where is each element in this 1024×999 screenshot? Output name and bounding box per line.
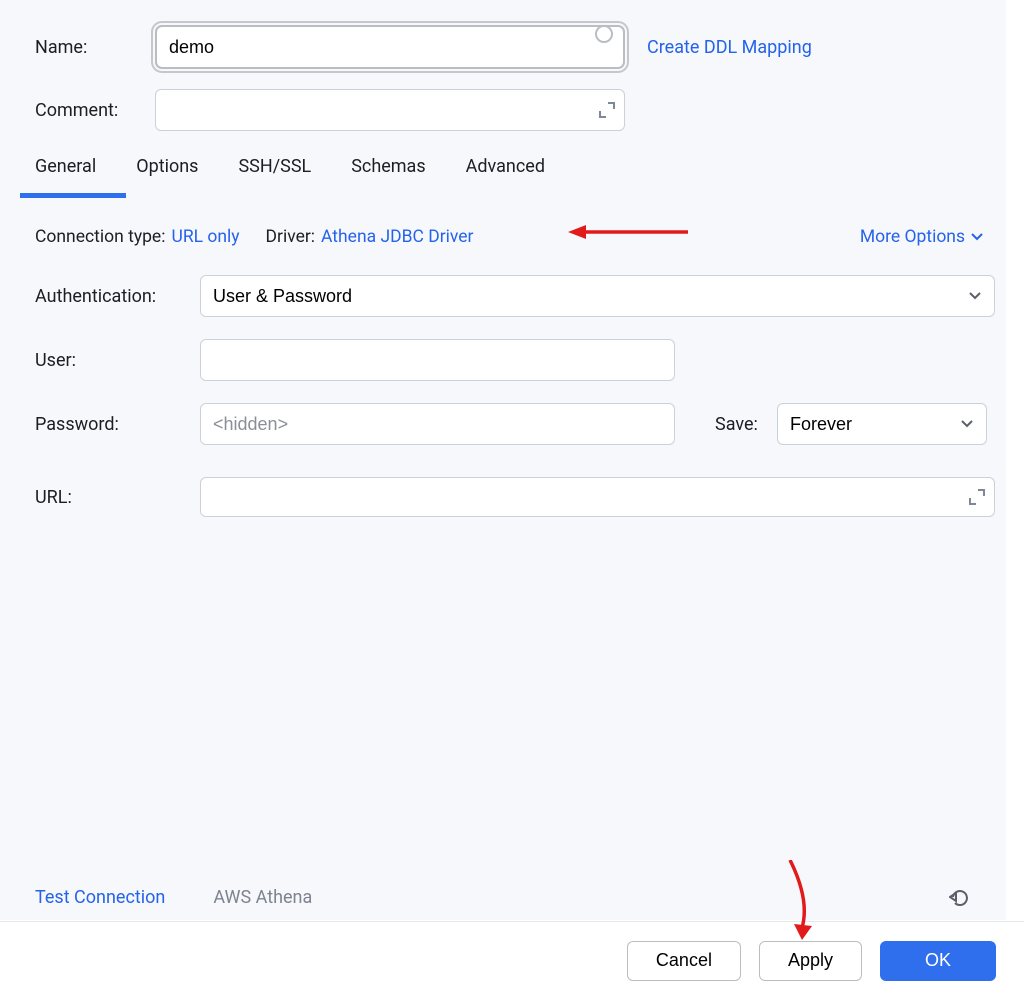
annotation-arrow-driver	[568, 222, 688, 242]
revert-icon[interactable]	[949, 887, 971, 909]
tab-options[interactable]: Options	[136, 156, 198, 185]
url-input[interactable]	[200, 477, 995, 517]
driver-label: Driver:	[266, 227, 315, 247]
authentication-row: Authentication:	[35, 275, 1006, 317]
tab-advanced[interactable]: Advanced	[466, 156, 545, 185]
save-label: Save:	[715, 414, 777, 435]
tabs: General Options SSH/SSL Schemas Advanced	[35, 156, 1006, 185]
tab-active-underline	[20, 193, 126, 198]
save-select[interactable]	[777, 403, 987, 445]
test-connection-link[interactable]: Test Connection	[35, 887, 165, 908]
password-input[interactable]	[200, 403, 675, 445]
tab-general[interactable]: General	[35, 156, 96, 185]
user-row: User:	[35, 339, 1006, 381]
main-panel: Name: Create DDL Mapping Comment: Genera…	[0, 0, 1006, 920]
connection-sub-header: Connection type: URL only Driver: Athena…	[35, 227, 1006, 247]
comment-row: Comment:	[35, 89, 1006, 131]
top-rows: Name: Create DDL Mapping Comment: Genera…	[35, 0, 1006, 517]
comment-label: Comment:	[35, 100, 155, 121]
url-input-wrap	[200, 477, 995, 517]
comment-input[interactable]	[155, 89, 625, 131]
more-options-label: More Options	[860, 227, 965, 247]
cancel-button[interactable]: Cancel	[627, 941, 741, 981]
comment-input-wrap	[155, 89, 625, 131]
dialog-footer: Cancel Apply OK	[0, 921, 1024, 999]
name-row: Name: Create DDL Mapping	[35, 25, 1006, 69]
tab-ssh-ssl[interactable]: SSH/SSL	[238, 156, 311, 185]
authentication-select[interactable]	[200, 275, 995, 317]
connection-type-label: Connection type:	[35, 227, 165, 247]
more-options-link[interactable]: More Options	[860, 227, 983, 247]
url-label: URL:	[35, 487, 200, 508]
chevron-down-icon	[971, 231, 983, 243]
ok-button[interactable]: OK	[880, 941, 996, 981]
driver-name-label: AWS Athena	[213, 887, 312, 908]
password-label: Password:	[35, 414, 200, 435]
driver-value[interactable]: Athena JDBC Driver	[321, 227, 473, 247]
tab-schemas[interactable]: Schemas	[351, 156, 425, 185]
name-label: Name:	[35, 37, 155, 58]
save-select-wrap	[777, 403, 987, 445]
user-input[interactable]	[200, 339, 675, 381]
authentication-label: Authentication:	[35, 286, 200, 307]
name-input[interactable]	[155, 25, 625, 69]
create-ddl-mapping-link[interactable]: Create DDL Mapping	[647, 37, 812, 58]
connection-type-value[interactable]: URL only	[171, 227, 239, 247]
apply-button[interactable]: Apply	[759, 941, 862, 981]
bottom-bar: Test Connection AWS Athena	[35, 887, 971, 908]
name-input-wrap	[155, 25, 625, 69]
name-status-icon	[595, 25, 613, 43]
authentication-select-wrap	[200, 275, 995, 317]
url-row: URL:	[35, 477, 1006, 517]
password-row: Password: Save:	[35, 403, 1006, 445]
user-label: User:	[35, 350, 200, 371]
right-edge-gutter	[1006, 0, 1024, 920]
